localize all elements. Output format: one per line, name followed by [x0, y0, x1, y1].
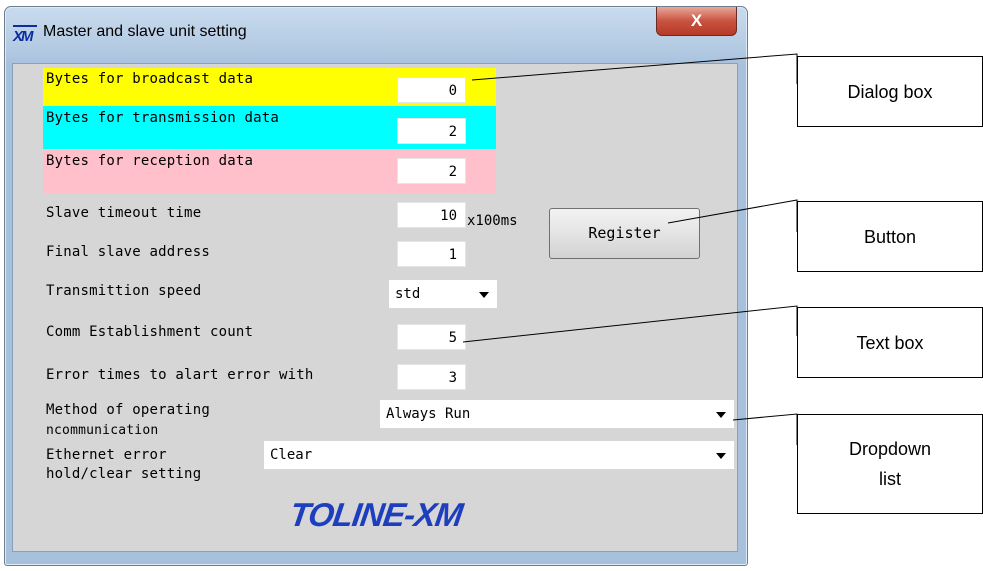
dropdown-leader [732, 413, 798, 445]
callout-dialog-box-text: Dialog box [847, 81, 933, 102]
text-box-leader [462, 305, 798, 343]
callout-text-box-text: Text box [856, 332, 924, 353]
callout-button-text: Button [863, 226, 917, 247]
callout-dropdown-text-line1: Dropdown [848, 439, 932, 459]
callout-dialog-box: Dialog box [797, 56, 983, 127]
dialog-box-leader [471, 53, 798, 84]
callout-text-box: Text box [797, 307, 983, 378]
callout-dropdown-text-line2: list [879, 469, 901, 489]
button-leader [667, 199, 798, 232]
callout-button: Button [797, 201, 983, 272]
callout-dropdown-list: Dropdown list [797, 414, 983, 514]
